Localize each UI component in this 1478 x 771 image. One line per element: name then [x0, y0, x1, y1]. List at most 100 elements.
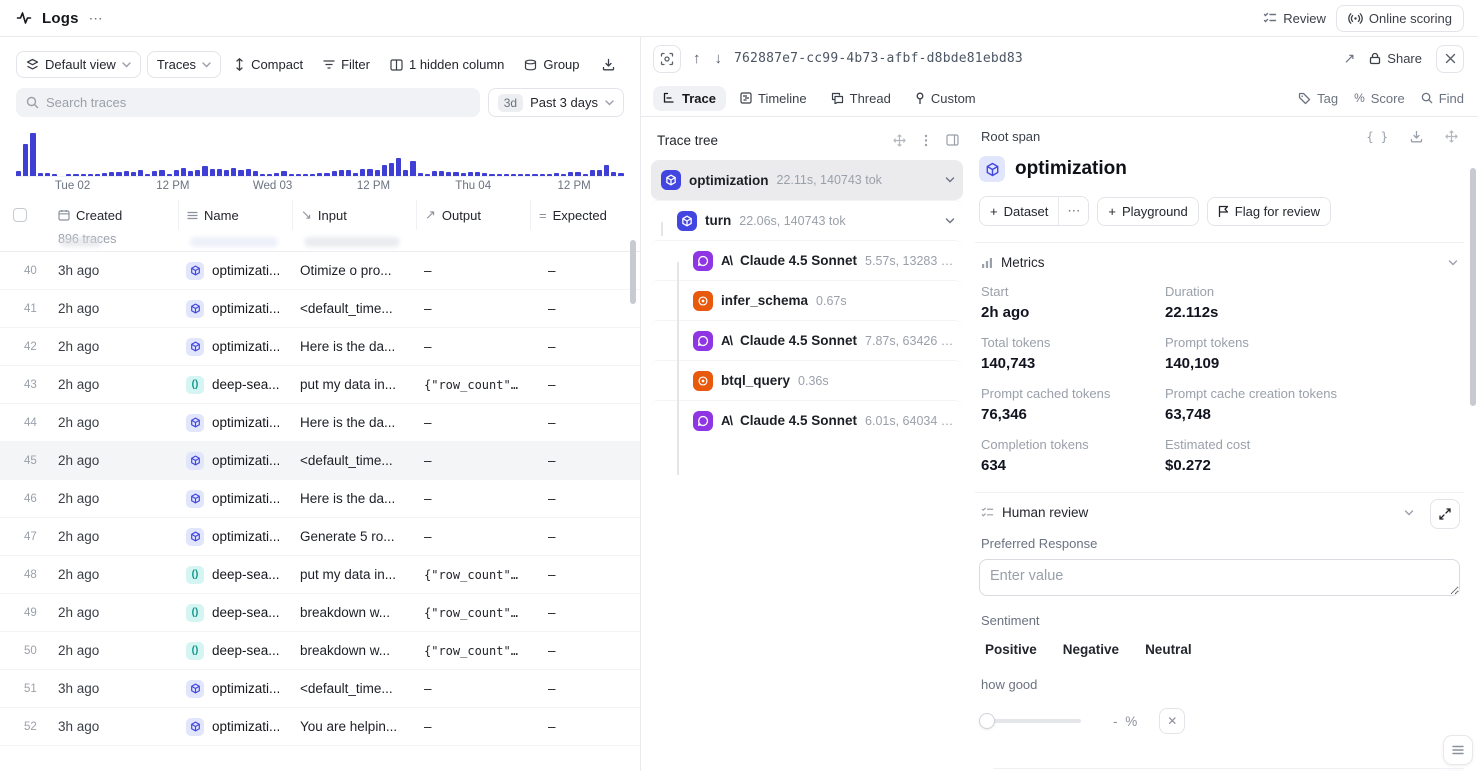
table-row[interactable]: 403h agooptimizati...Otimize o pro...–– [0, 252, 640, 290]
floating-menu-button[interactable] [1443, 735, 1473, 765]
input-cell: put my data in... [292, 377, 416, 392]
share-button[interactable]: Share [1369, 51, 1422, 66]
page-menu-button[interactable]: ⋯ [89, 10, 103, 27]
export-button[interactable] [595, 53, 622, 76]
flag-for-review-button[interactable]: Flag for review [1208, 198, 1330, 225]
function-icon: () [186, 376, 204, 394]
trace-histogram[interactable]: Tue 0212 PMWed 0312 PMThu 0412 PM [0, 117, 640, 194]
table-row[interactable]: 452h agooptimizati...<default_time...–– [0, 442, 640, 480]
column-header-input[interactable]: ↘ Input [292, 200, 416, 230]
chevron-down-icon[interactable] [945, 177, 955, 183]
compact-toggle[interactable]: Compact [227, 52, 310, 77]
custom-icon [915, 92, 925, 105]
expected-cell: – [530, 377, 640, 392]
histogram-bar [511, 174, 516, 176]
open-external-icon[interactable]: ↗ [1344, 50, 1356, 67]
select-all-checkbox[interactable] [13, 208, 27, 222]
group-button[interactable]: Group [517, 52, 586, 77]
axis-tick-label: Wed 03 [253, 180, 292, 192]
panel-layout-icon[interactable] [946, 134, 959, 147]
table-row[interactable]: 432h ago()deep-sea...put my data in...{"… [0, 366, 640, 404]
histogram-bar [152, 171, 157, 176]
move-icon[interactable] [1445, 130, 1458, 144]
histogram-bar [66, 174, 71, 176]
score-slider[interactable] [981, 719, 1081, 723]
metrics-section-header[interactable]: Metrics [979, 243, 1460, 282]
histogram-bar [403, 170, 408, 176]
tree-node-infer-schema[interactable]: infer_schema0.67s [651, 280, 963, 320]
score-button[interactable]: % Score [1354, 91, 1405, 106]
slider-thumb[interactable] [979, 713, 995, 729]
tab-trace[interactable]: Trace [653, 86, 726, 111]
right-scrollbar[interactable] [1470, 168, 1476, 406]
table-row[interactable]: 513h agooptimizati...<default_time...–– [0, 670, 640, 708]
table-row[interactable]: 492h ago()deep-sea...breakdown w...{"row… [0, 594, 640, 632]
tab-timeline[interactable]: Timeline [730, 86, 817, 111]
online-scoring-button[interactable]: Online scoring [1336, 5, 1464, 32]
filter-button[interactable]: Filter [316, 52, 377, 77]
hidden-columns-button[interactable]: 1 hidden column [383, 52, 511, 77]
review-button[interactable]: Review [1263, 11, 1326, 26]
table-row[interactable]: 442h agooptimizati...Here is the da...–– [0, 404, 640, 442]
tag-button[interactable]: Tag [1298, 91, 1338, 106]
json-braces-icon[interactable]: { } [1366, 130, 1388, 144]
tree-node-claude-4-5-sonnet[interactable]: A\Claude 4.5 Sonnet6.01s, 64034 tok [651, 400, 963, 440]
date-range-selector[interactable]: 3d Past 3 days [488, 88, 624, 117]
table-row[interactable]: 502h ago()deep-sea...breakdown w...{"row… [0, 632, 640, 670]
preferred-response-input[interactable] [979, 559, 1460, 596]
table-row[interactable]: 523h agooptimizati...You are helpin...–– [0, 708, 640, 746]
column-header-created[interactable]: Created [50, 200, 178, 230]
created-cell: 3h ago [50, 263, 178, 278]
histogram-bar [195, 170, 200, 176]
tab-custom[interactable]: Custom [905, 86, 986, 111]
expand-review-button[interactable] [1430, 499, 1460, 529]
search-icon [26, 96, 39, 109]
add-to-playground-button[interactable]: + Playground [1098, 198, 1197, 225]
table-row[interactable]: 422h agooptimizati...Here is the da...–– [0, 328, 640, 366]
close-panel-button[interactable] [1436, 45, 1464, 73]
input-cell: Here is the da... [292, 491, 416, 506]
tree-connector [677, 262, 679, 475]
search-input[interactable] [46, 95, 470, 110]
add-to-dataset-button[interactable]: + Dataset [980, 197, 1058, 225]
histogram-bar [367, 169, 372, 176]
histogram-bar [453, 172, 458, 176]
tab-thread[interactable]: Thread [821, 86, 901, 111]
kebab-menu-icon[interactable] [924, 134, 928, 147]
dataset-more-button[interactable]: ⋯ [1058, 197, 1088, 225]
axis-tick-label: 12 PM [558, 180, 591, 192]
traces-selector[interactable]: Traces [147, 51, 221, 78]
next-trace-button[interactable]: ↓ [713, 48, 725, 69]
download-icon[interactable] [1410, 130, 1423, 144]
human-review-section-header[interactable]: Human review [979, 493, 1460, 532]
view-selector[interactable]: Default view [16, 51, 141, 78]
column-header-name[interactable]: Name [178, 200, 292, 230]
column-header-expected[interactable]: = Expected [530, 200, 640, 230]
sentiment-option-positive[interactable]: Positive [985, 642, 1037, 657]
span-cube-icon [979, 156, 1005, 182]
move-icon[interactable] [893, 134, 906, 147]
name-cell: ()deep-sea... [178, 566, 292, 584]
row-number: 49 [0, 607, 50, 619]
tree-node-turn[interactable]: turn22.06s, 140743 tok [651, 200, 963, 240]
table-row[interactable]: 412h agooptimizati...<default_time...–– [0, 290, 640, 328]
chevron-down-icon[interactable] [945, 218, 955, 224]
sentiment-option-negative[interactable]: Negative [1063, 642, 1119, 657]
histogram-bar [109, 172, 114, 176]
tree-node-claude-4-5-sonnet[interactable]: A\Claude 4.5 Sonnet5.57s, 13283 tok [651, 240, 963, 280]
left-scrollbar[interactable] [630, 240, 636, 304]
tree-node-optimization[interactable]: optimization22.11s, 140743 tok [651, 160, 963, 200]
histogram-bar [489, 174, 494, 176]
table-row[interactable]: 472h agooptimizati...Generate 5 ro...–– [0, 518, 640, 556]
find-button[interactable]: Find [1421, 91, 1464, 106]
name-cell: optimizati... [178, 452, 292, 470]
column-header-output[interactable]: ↗ Output [416, 200, 530, 230]
table-row[interactable]: 482h ago()deep-sea...put my data in...{"… [0, 556, 640, 594]
tree-node-btql-query[interactable]: btql_query0.36s [651, 360, 963, 400]
sentiment-option-neutral[interactable]: Neutral [1145, 642, 1192, 657]
table-row[interactable]: 462h agooptimizati...Here is the da...–– [0, 480, 640, 518]
focus-trace-button[interactable] [653, 45, 681, 73]
prev-trace-button[interactable]: ↑ [691, 48, 703, 69]
tree-node-claude-4-5-sonnet[interactable]: A\Claude 4.5 Sonnet7.87s, 63426 tok [651, 320, 963, 360]
clear-score-button[interactable]: ✕ [1159, 708, 1185, 734]
